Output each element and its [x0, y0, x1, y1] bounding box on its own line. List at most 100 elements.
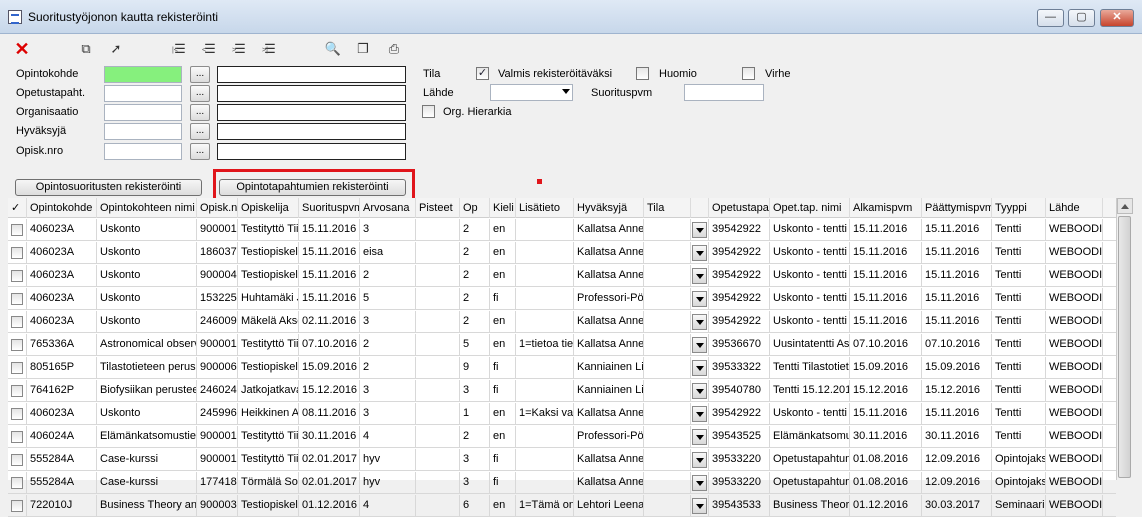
col-opet-tap-nimi-cell[interactable]: Uskonto - tentti — [770, 288, 850, 310]
col-opintokohde-cell[interactable]: 765336A — [27, 334, 97, 356]
col-lahde-header[interactable]: Lähde — [1046, 198, 1103, 218]
table-row[interactable]: 764162PBiofysiikan perustee2460240Jatkoj… — [8, 380, 1116, 402]
col-opiskelija-cell[interactable]: Testiopiskelija — [238, 242, 299, 264]
col-op-cell[interactable]: 2 — [460, 288, 490, 310]
col-opisknro-cell[interactable]: 1774186 — [197, 472, 238, 494]
col-op-cell[interactable]: 5 — [460, 334, 490, 356]
col-tyyppi-cell[interactable]: Tentti — [992, 242, 1046, 264]
col-opintokohteen-nimi-cell[interactable]: Case-kurssi — [97, 472, 197, 494]
col-paattymispvm-cell[interactable]: 12.09.2016 — [922, 472, 992, 494]
col-lisatieto-cell[interactable] — [516, 311, 574, 333]
col-op-cell[interactable]: 2 — [460, 219, 490, 241]
col-tyyppi-cell[interactable]: Tentti — [992, 357, 1046, 379]
table-row[interactable]: 805165PTilastotieteen perus9000069Testio… — [8, 357, 1116, 379]
col-paattymispvm-cell[interactable]: 15.11.2016 — [922, 403, 992, 425]
col-lisatieto-header[interactable]: Lisätieto — [516, 198, 574, 218]
last-icon[interactable]: ☰ >| — [260, 39, 280, 59]
col-tila-dropdown-header[interactable] — [691, 198, 709, 218]
col-op-cell[interactable]: 2 — [460, 265, 490, 287]
row-checkbox[interactable] — [11, 454, 23, 466]
col-pisteet-cell[interactable] — [416, 219, 460, 241]
col-tyyppi-cell[interactable]: Tentti — [992, 403, 1046, 425]
col-kieli-cell[interactable]: en — [490, 334, 516, 356]
minimize-button[interactable]: — — [1037, 9, 1064, 27]
col-arvosana-cell[interactable]: 3 — [360, 311, 416, 333]
col-opintokohde-header[interactable]: Opintokohde — [27, 198, 97, 218]
col-op-cell[interactable]: 6 — [460, 495, 490, 517]
col-opisknro-cell[interactable]: 9000014 — [197, 334, 238, 356]
col-tyyppi-header[interactable]: Tyyppi — [992, 198, 1046, 218]
col-arvosana-cell[interactable]: 5 — [360, 288, 416, 310]
col-tila-cell[interactable] — [644, 380, 691, 402]
col-hyvaksyja-cell[interactable]: Kallatsa Anneli — [574, 449, 644, 471]
col-pisteet-cell[interactable] — [416, 472, 460, 494]
table-row[interactable]: 406023AUskonto2460091Mäkelä Aksel02.11.2… — [8, 311, 1116, 333]
col-opintokohteen-nimi-cell[interactable]: Uskonto — [97, 219, 197, 241]
col-opintokohteen-nimi-cell[interactable]: Uskonto — [97, 311, 197, 333]
col-suorituspvm-cell[interactable]: 15.12.2016 — [299, 380, 360, 402]
col-paattymispvm-cell[interactable]: 15.11.2016 — [922, 242, 992, 264]
col-paattymispvm-cell[interactable]: 15.12.2016 — [922, 380, 992, 402]
col-opisknro-cell[interactable]: 9000043 — [197, 265, 238, 287]
virhe-checkbox[interactable] — [742, 67, 755, 80]
prev-icon[interactable]: ☰ < — [200, 39, 220, 59]
col-opintokohde-cell[interactable]: 406023A — [27, 242, 97, 264]
col-paattymispvm-header[interactable]: Päättymispvm — [922, 198, 992, 218]
col-opisknro-cell[interactable]: 9000030 — [197, 495, 238, 517]
col-check-header[interactable]: ✓ — [8, 198, 27, 218]
col-opiskelija-cell[interactable]: Testiopiskelija — [238, 357, 299, 379]
col-paattymispvm-cell[interactable]: 15.11.2016 — [922, 265, 992, 287]
col-opetustapahtuma-cell[interactable]: 39533322 — [709, 357, 770, 379]
col-paattymispvm-cell[interactable]: 07.10.2016 — [922, 334, 992, 356]
tila-dropdown-button[interactable] — [692, 268, 707, 284]
col-opet-tap-nimi-cell[interactable]: Tentti 15.12.2016 — [770, 380, 850, 402]
col-opintokohteen-nimi-cell[interactable]: Uskonto — [97, 288, 197, 310]
col-opetustapahtuma-cell[interactable]: 39542922 — [709, 288, 770, 310]
org-hierarkia-checkbox[interactable] — [422, 105, 435, 118]
col-hyvaksyja-cell[interactable]: Kallatsa Anneli — [574, 311, 644, 333]
col-arvosana-cell[interactable]: 3 — [360, 380, 416, 402]
col-op-cell[interactable]: 2 — [460, 242, 490, 264]
col-pisteet-cell[interactable] — [416, 426, 460, 448]
col-tila-cell[interactable] — [644, 426, 691, 448]
col-lahde-cell[interactable]: WEBOODI — [1046, 334, 1103, 356]
tila-dropdown-button[interactable] — [692, 498, 707, 514]
col-hyvaksyja-cell[interactable]: Lehtori Leena — [574, 495, 644, 517]
col-lahde-cell[interactable]: WEBOODI — [1046, 288, 1103, 310]
col-tyyppi-cell[interactable]: Opintojakso — [992, 472, 1046, 494]
col-opet-tap-nimi-cell[interactable]: Business Theory — [770, 495, 850, 517]
col-lisatieto-cell[interactable] — [516, 380, 574, 402]
col-opetustapahtuma-cell[interactable]: 39536670 — [709, 334, 770, 356]
col-lisatieto-cell[interactable] — [516, 242, 574, 264]
col-arvosana-cell[interactable]: eisa — [360, 242, 416, 264]
print-icon[interactable]: ⎙ — [384, 39, 404, 59]
suorituspvm-input[interactable] — [684, 84, 764, 101]
col-tyyppi-cell[interactable]: Opintojakso — [992, 449, 1046, 471]
col-hyvaksyja-cell[interactable]: Kanniainen Lie — [574, 357, 644, 379]
col-tila-cell[interactable] — [644, 472, 691, 494]
col-kieli-cell[interactable]: en — [490, 219, 516, 241]
col-lisatieto-cell[interactable]: 1=tietoa tie — [516, 334, 574, 356]
scroll-thumb[interactable] — [1118, 216, 1131, 478]
col-opet-tap-nimi-header[interactable]: Opet.tap. nimi — [770, 198, 850, 218]
organisaatio-picker-button[interactable]: ... — [190, 104, 210, 121]
col-kieli-cell[interactable]: fi — [490, 288, 516, 310]
col-alkamispvm-cell[interactable]: 07.10.2016 — [850, 334, 922, 356]
opetustapaht-picker-button[interactable]: ... — [190, 85, 210, 102]
col-suorituspvm-cell[interactable]: 01.12.2016 — [299, 495, 360, 517]
col-opisknro-cell[interactable]: 9000014 — [197, 449, 238, 471]
col-suorituspvm-header[interactable]: Suorituspvm — [299, 198, 360, 218]
col-arvosana-cell[interactable]: 4 — [360, 426, 416, 448]
col-lahde-cell[interactable]: WEBOODI — [1046, 265, 1103, 287]
col-opintokohteen-nimi-cell[interactable]: Business Theory and — [97, 495, 197, 517]
col-opintokohde-cell[interactable]: 406023A — [27, 265, 97, 287]
col-paattymispvm-cell[interactable]: 15.11.2016 — [922, 288, 992, 310]
table-row[interactable]: 406024AElämänkatsomustie9000014Testitytt… — [8, 426, 1116, 448]
col-opetustapahtuma-cell[interactable]: 39543533 — [709, 495, 770, 517]
col-lahde-cell[interactable]: WEBOODI — [1046, 495, 1103, 517]
vertical-scrollbar[interactable] — [1116, 198, 1133, 480]
col-alkamispvm-cell[interactable]: 01.12.2016 — [850, 495, 922, 517]
col-opiskelija-cell[interactable]: Törmälä Soili — [238, 472, 299, 494]
row-checkbox[interactable] — [11, 385, 23, 397]
pointer-icon[interactable]: ➚ — [106, 39, 126, 59]
